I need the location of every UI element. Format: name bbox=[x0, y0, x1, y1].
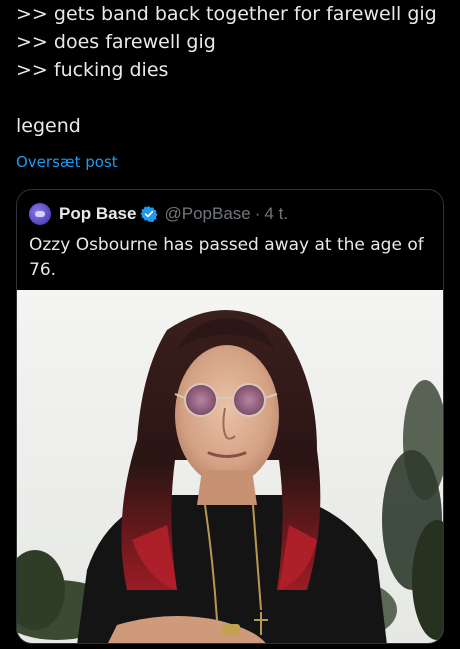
post-closing-line: legend bbox=[16, 115, 81, 137]
header-separator: · bbox=[254, 204, 261, 223]
neck bbox=[197, 470, 257, 505]
post-spacer bbox=[16, 84, 456, 112]
quoted-post-card[interactable]: Pop Base @PopBase · 4 t. Ozzy Osbourne h… bbox=[16, 189, 444, 644]
quoted-author-handle[interactable]: @PopBase bbox=[164, 204, 250, 224]
bracelet bbox=[222, 624, 240, 636]
verified-badge-icon bbox=[140, 205, 159, 223]
post-line-3: >> fucking dies bbox=[16, 59, 169, 81]
post-line-1: >> gets band back together for farewell … bbox=[16, 3, 437, 25]
post-line-2: >> does farewell gig bbox=[16, 31, 216, 53]
translate-post-link[interactable]: Oversæt post bbox=[16, 152, 118, 172]
post-body: >> gets band back together for farewell … bbox=[16, 0, 456, 140]
quoted-post-time[interactable]: 4 t. bbox=[264, 204, 288, 224]
quoted-post-photo[interactable] bbox=[17, 290, 443, 643]
avatar-logo-mark bbox=[35, 211, 45, 217]
face bbox=[175, 345, 279, 485]
quoted-post-text: Ozzy Osbourne has passed away at the age… bbox=[29, 235, 424, 280]
quoted-post-header: Pop Base @PopBase · 4 t. bbox=[29, 202, 288, 226]
quoted-author-name[interactable]: Pop Base bbox=[59, 204, 136, 224]
pop-base-avatar[interactable] bbox=[29, 203, 51, 225]
